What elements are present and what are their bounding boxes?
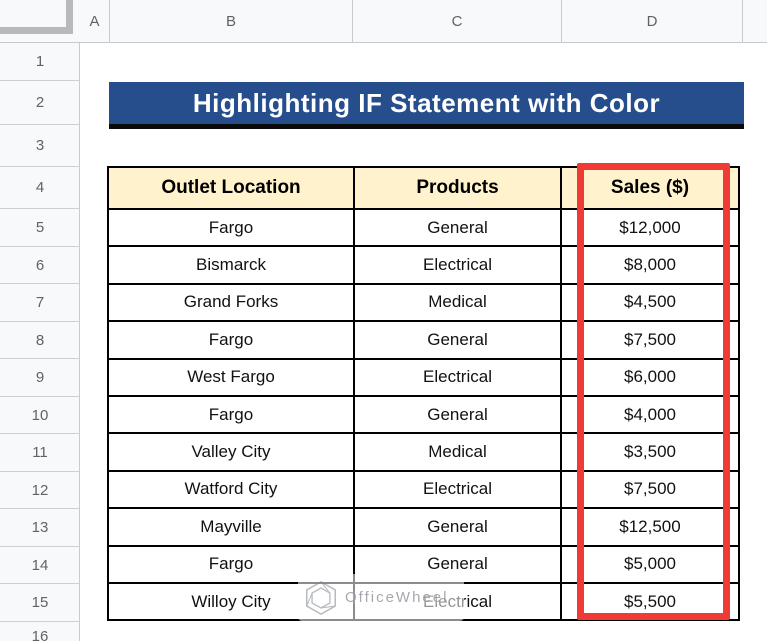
table-cell[interactable]: General [355, 396, 560, 433]
row-header-4[interactable]: 4 [0, 167, 80, 209]
row-header-5[interactable]: 5 [0, 209, 80, 247]
row-header-9[interactable]: 9 [0, 359, 80, 397]
table-cell[interactable]: Electrical [355, 471, 560, 508]
watermark: OfficeWheel [298, 574, 464, 621]
table-cell[interactable]: Electrical [355, 359, 560, 395]
row-header-3[interactable]: 3 [0, 125, 80, 167]
row-header-11[interactable]: 11 [0, 434, 80, 472]
table-cell[interactable]: General [355, 322, 560, 358]
column-header-strip: A B C D [0, 0, 767, 43]
row-header-2[interactable]: 2 [0, 81, 80, 125]
table-cell[interactable]: Bismarck [109, 247, 353, 283]
column-header-d[interactable]: D [562, 0, 743, 43]
row-header-13[interactable]: 13 [0, 509, 80, 547]
row-header-15[interactable]: 15 [0, 584, 80, 622]
row-header-12[interactable]: 12 [0, 472, 80, 509]
table-cell[interactable]: Medical [355, 284, 560, 321]
column-header-c[interactable]: C [353, 0, 562, 43]
watermark-text: OfficeWheel [345, 589, 449, 606]
table-cell[interactable]: West Fargo [109, 359, 353, 395]
table-header-outlet-location[interactable]: Outlet Location [109, 168, 353, 208]
row-header-6[interactable]: 6 [0, 247, 80, 284]
table-cell[interactable]: Fargo [109, 322, 353, 358]
page-title: Highlighting IF Statement with Color [192, 87, 661, 118]
row-header-7[interactable]: 7 [0, 284, 80, 322]
row-header-10[interactable]: 10 [0, 397, 80, 434]
row-header-14[interactable]: 14 [0, 547, 80, 584]
row-header-16[interactable]: 16 [0, 622, 80, 641]
row-header-1[interactable]: 1 [0, 43, 80, 81]
table-cell[interactable]: Fargo [109, 396, 353, 433]
column-header-a[interactable]: A [80, 0, 110, 43]
officewheel-hexagon-logo-icon [305, 580, 337, 615]
column-header-e-stub[interactable] [743, 0, 767, 43]
table-cell[interactable]: Mayville [109, 509, 353, 545]
title-banner-cell[interactable]: Highlighting IF Statement with Color [109, 82, 744, 129]
table-cell[interactable]: General [355, 509, 560, 545]
table-cell[interactable]: Medical [355, 434, 560, 470]
row-header-8[interactable]: 8 [0, 322, 80, 359]
table-cell[interactable]: Grand Forks [109, 284, 353, 321]
table-cell[interactable]: Electrical [355, 247, 560, 283]
row-header-strip: 1 2 3 4 5 6 7 8 9 10 11 12 13 14 15 16 [0, 43, 80, 641]
table-cell[interactable]: General [355, 210, 560, 246]
column-header-b[interactable]: B [110, 0, 353, 43]
highlight-box [577, 163, 730, 620]
spreadsheet-canvas: A B C D 1 2 3 4 5 6 7 8 9 10 11 12 13 14… [0, 0, 767, 641]
table-cell[interactable]: Fargo [109, 210, 353, 246]
select-all-corner[interactable] [0, 0, 73, 34]
table-cell[interactable]: Watford City [109, 471, 353, 508]
table-header-products[interactable]: Products [355, 168, 560, 208]
table-cell[interactable]: Valley City [109, 434, 353, 470]
